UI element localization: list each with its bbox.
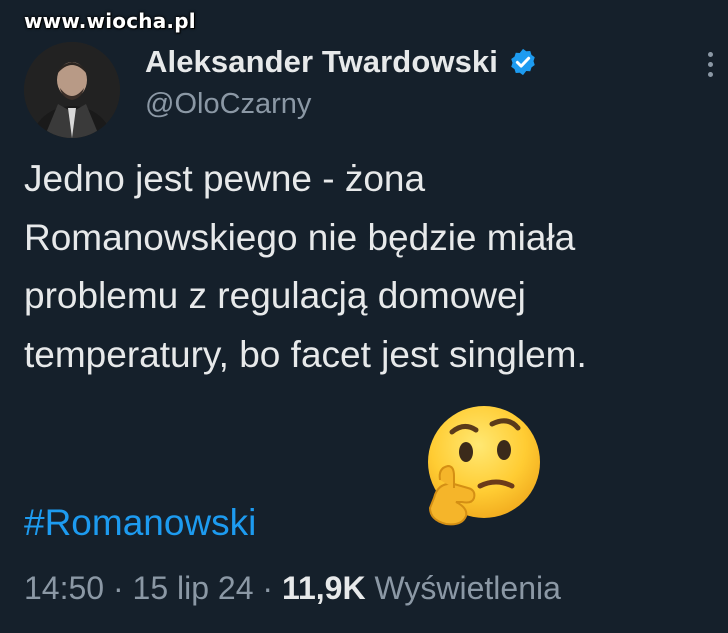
meta-separator: · — [112, 570, 124, 606]
thinking-face-icon — [416, 402, 546, 532]
tweet-meta: 14:50 · 15 lip 24 · 11,9K Wyświetlenia — [24, 570, 561, 607]
meta-separator: · — [262, 570, 274, 606]
views-label: Wyświetlenia — [374, 570, 561, 606]
author-handle[interactable]: @OloCzarny — [145, 88, 311, 121]
hashtag-link[interactable]: #Romanowski — [24, 502, 256, 544]
avatar-photo — [24, 42, 120, 138]
tweet-text: Jedno jest pewne - żona Romanowskiego ni… — [24, 158, 587, 375]
views-count[interactable]: 11,9K — [282, 570, 366, 606]
author-name-row: Aleksander Twardowski — [145, 44, 538, 80]
verified-badge-icon[interactable] — [508, 47, 538, 77]
more-options-icon[interactable] — [700, 44, 720, 84]
watermark: www.wiocha.pl — [24, 9, 196, 33]
author-display-name[interactable]: Aleksander Twardowski — [145, 44, 498, 80]
tweet-time[interactable]: 14:50 — [24, 570, 104, 606]
tweet-date[interactable]: 15 lip 24 — [133, 570, 254, 606]
avatar[interactable] — [24, 42, 120, 138]
